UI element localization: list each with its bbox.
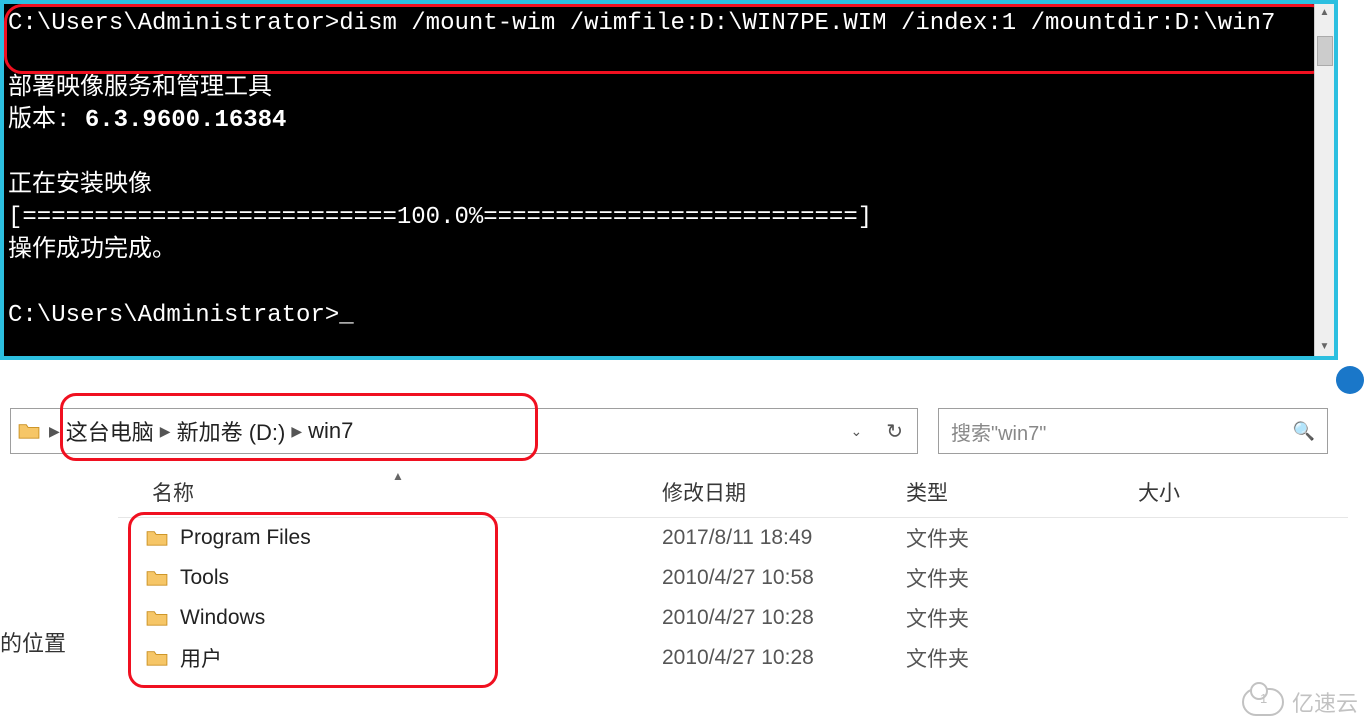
folder-icon bbox=[142, 529, 172, 547]
file-date: 2010/4/27 10:58 bbox=[662, 566, 906, 590]
file-name: Windows bbox=[172, 606, 662, 630]
column-header-date[interactable]: 修改日期 bbox=[662, 477, 906, 507]
table-row[interactable]: Tools 2010/4/27 10:58 文件夹 bbox=[118, 558, 1348, 598]
scroll-up-icon[interactable]: ▲ bbox=[1315, 4, 1334, 22]
cmd-terminal[interactable]: C:\Users\Administrator>dism /mount-wim /… bbox=[4, 4, 1334, 356]
cropped-left-text: 的位置 bbox=[0, 626, 66, 658]
address-bar[interactable]: ▶ 这台电脑 ▶ 新加卷 (D:) ▶ win7 ⌄ ↻ bbox=[10, 408, 918, 454]
file-type: 文件夹 bbox=[906, 563, 1138, 593]
watermark-text: 亿速云 bbox=[1292, 686, 1358, 718]
cloud-icon bbox=[1242, 688, 1284, 716]
chevron-right-icon[interactable]: ▶ bbox=[291, 423, 302, 440]
address-history-dropdown-icon[interactable]: ⌄ bbox=[851, 423, 863, 440]
search-icon[interactable]: 🔍 bbox=[1293, 421, 1315, 442]
search-input[interactable]: 搜索"win7" 🔍 bbox=[938, 408, 1328, 454]
file-name: 用户 bbox=[172, 643, 662, 673]
folder-icon bbox=[142, 649, 172, 667]
scroll-thumb[interactable] bbox=[1317, 36, 1333, 66]
scroll-down-icon[interactable]: ▼ bbox=[1315, 338, 1334, 356]
table-row[interactable]: 用户 2010/4/27 10:28 文件夹 bbox=[118, 638, 1348, 678]
column-header-size[interactable]: 大小 bbox=[1138, 477, 1298, 507]
cmd-line-mounting: 正在安装映像 bbox=[8, 172, 152, 199]
file-date: 2010/4/27 10:28 bbox=[662, 646, 906, 670]
cmd-prompt-1: C:\Users\Administrator> bbox=[8, 10, 339, 37]
column-header-name-label: 名称 bbox=[152, 482, 194, 505]
file-type: 文件夹 bbox=[906, 523, 1138, 553]
chevron-right-icon[interactable]: ▶ bbox=[160, 423, 171, 440]
watermark: 亿速云 bbox=[1242, 686, 1358, 718]
cmd-line-progress: [==========================100.0%=======… bbox=[8, 204, 872, 231]
cmd-line-version-value: 6.3.9600.16384 bbox=[85, 107, 287, 134]
file-type: 文件夹 bbox=[906, 643, 1138, 673]
address-bar-controls: ⌄ ↻ bbox=[851, 419, 918, 444]
cmd-scrollbar[interactable]: ▲ ▼ bbox=[1314, 4, 1334, 356]
sort-ascending-icon: ▲ bbox=[392, 469, 404, 483]
file-list-header: 名称 ▲ 修改日期 类型 大小 bbox=[118, 466, 1348, 518]
file-date: 2010/4/27 10:28 bbox=[662, 606, 906, 630]
cmd-command: dism /mount-wim /wimfile:D:\WIN7PE.WIM /… bbox=[339, 10, 1275, 37]
file-name: Program Files bbox=[172, 526, 662, 550]
chevron-right-icon[interactable]: ▶ bbox=[49, 423, 60, 440]
explorer-toolbar: ▶ 这台电脑 ▶ 新加卷 (D:) ▶ win7 ⌄ ↻ 搜索"win7" 🔍 bbox=[10, 408, 1328, 454]
table-row[interactable]: Windows 2010/4/27 10:28 文件夹 bbox=[118, 598, 1348, 638]
file-list: 名称 ▲ 修改日期 类型 大小 Program Files 2017/8/11 … bbox=[118, 466, 1348, 678]
file-list-body: Program Files 2017/8/11 18:49 文件夹 Tools … bbox=[118, 518, 1348, 678]
cmd-line-success: 操作成功完成。 bbox=[8, 237, 176, 264]
breadcrumb-folder-win7[interactable]: win7 bbox=[308, 418, 353, 444]
window-corner-decoration bbox=[1336, 366, 1364, 394]
file-name: Tools bbox=[172, 566, 662, 590]
refresh-icon[interactable]: ↻ bbox=[886, 419, 903, 444]
cmd-line-tool: 部署映像服务和管理工具 bbox=[8, 75, 272, 102]
column-header-name[interactable]: 名称 ▲ bbox=[152, 477, 662, 507]
address-folder-icon bbox=[11, 408, 47, 454]
folder-icon bbox=[142, 609, 172, 627]
file-date: 2017/8/11 18:49 bbox=[662, 526, 906, 550]
breadcrumb-this-pc[interactable]: 这台电脑 bbox=[66, 415, 154, 447]
cmd-cursor: _ bbox=[339, 302, 353, 329]
breadcrumb: ▶ 这台电脑 ▶ 新加卷 (D:) ▶ win7 bbox=[47, 415, 353, 447]
cmd-prompt-2: C:\Users\Administrator> bbox=[8, 302, 339, 329]
column-header-type[interactable]: 类型 bbox=[906, 477, 1138, 507]
cmd-line-version-label: 版本: bbox=[8, 107, 85, 134]
breadcrumb-drive-d[interactable]: 新加卷 (D:) bbox=[177, 415, 286, 447]
search-placeholder-text: 搜索"win7" bbox=[951, 417, 1046, 446]
file-type: 文件夹 bbox=[906, 603, 1138, 633]
table-row[interactable]: Program Files 2017/8/11 18:49 文件夹 bbox=[118, 518, 1348, 558]
folder-icon bbox=[142, 569, 172, 587]
cmd-window: C:\Users\Administrator>dism /mount-wim /… bbox=[0, 0, 1338, 360]
